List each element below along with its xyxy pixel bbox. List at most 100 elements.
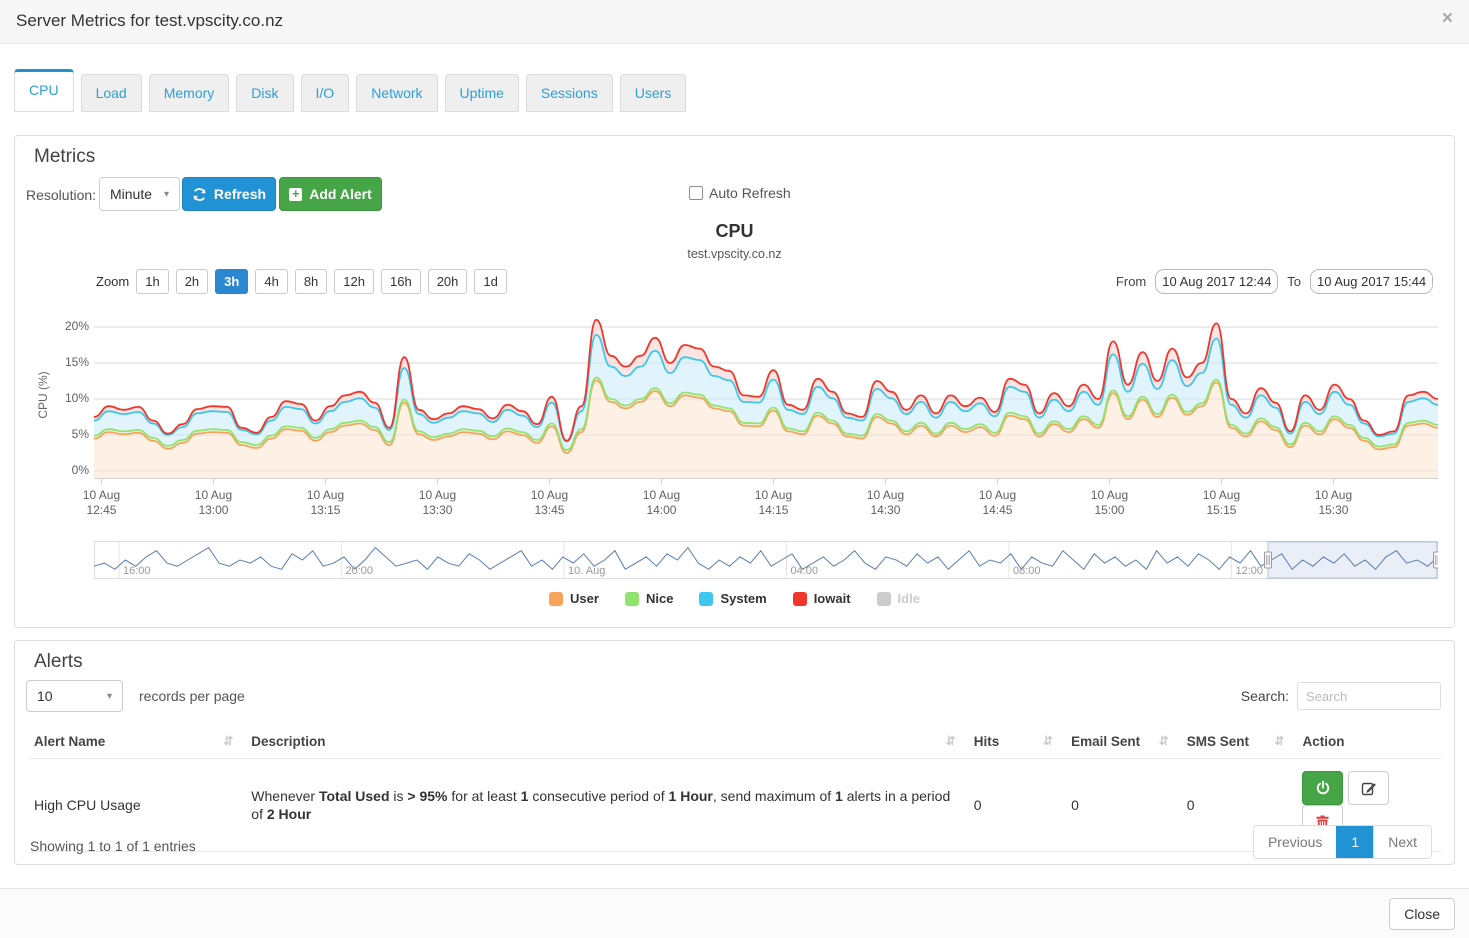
- legend-label: Iowait: [814, 591, 851, 606]
- search-input[interactable]: [1297, 682, 1441, 710]
- alert-description-cell: Whenever Total Used is > 95% for at leas…: [247, 759, 969, 852]
- page-size-select[interactable]: 10 ▾: [26, 680, 123, 712]
- chart-title: CPU: [15, 221, 1454, 242]
- enable-alert-button[interactable]: [1302, 771, 1343, 805]
- navigator-selection[interactable]: [1268, 542, 1437, 578]
- zoom-3h-button[interactable]: 3h: [215, 269, 248, 294]
- legend-swatch-icon: [699, 592, 713, 606]
- x-axis-label: 10 Aug14:30: [855, 488, 915, 518]
- column-header-sms-sent[interactable]: SMS Sent⇵: [1183, 725, 1299, 759]
- edit-alert-button[interactable]: [1348, 771, 1389, 805]
- tab-bar: CPULoadMemoryDiskI/ONetworkUptimeSession…: [14, 69, 686, 112]
- refresh-button[interactable]: Refresh: [182, 177, 276, 211]
- zoom-2h-button[interactable]: 2h: [176, 269, 208, 294]
- zoom-12h-button[interactable]: 12h: [334, 269, 374, 294]
- sort-icon[interactable]: ⇵: [1159, 734, 1169, 748]
- cpu-area-chart: [94, 316, 1438, 486]
- page-size-value: 10: [37, 688, 53, 704]
- x-axis-label: 10 Aug15:00: [1079, 488, 1139, 518]
- tab-disk[interactable]: Disk: [236, 74, 293, 112]
- resolution-select[interactable]: Minute ▾: [99, 177, 180, 211]
- zoom-1d-button[interactable]: 1d: [474, 269, 506, 294]
- sort-icon[interactable]: ⇵: [1043, 734, 1053, 748]
- records-per-page-label: records per page: [139, 688, 245, 704]
- pagination-previous[interactable]: Previous: [1254, 826, 1336, 858]
- tab-io[interactable]: I/O: [301, 74, 350, 112]
- navigator[interactable]: 16:0020:0010. Aug04:0008:0012:00: [94, 541, 1438, 579]
- zoom-20h-button[interactable]: 20h: [428, 269, 468, 294]
- tab-sessions[interactable]: Sessions: [526, 74, 613, 112]
- y-axis-label: 10%: [43, 391, 89, 405]
- column-header-alert-name[interactable]: Alert Name⇵: [30, 725, 247, 759]
- tab-cpu[interactable]: CPU: [14, 69, 74, 112]
- pagination-page-1[interactable]: 1: [1336, 826, 1373, 858]
- pagination-next[interactable]: Next: [1373, 826, 1431, 858]
- sort-icon[interactable]: ⇵: [946, 734, 956, 748]
- email-sent-cell: 0: [1067, 759, 1183, 852]
- metrics-panel: Metrics Resolution: Minute ▾ Refresh + A…: [14, 135, 1455, 628]
- y-axis-label: 20%: [43, 319, 89, 333]
- close-icon[interactable]: ×: [1442, 8, 1453, 30]
- column-header-hits[interactable]: Hits⇵: [970, 725, 1067, 759]
- x-axis-label: 10 Aug13:15: [295, 488, 355, 518]
- range-to-input[interactable]: [1310, 269, 1433, 294]
- resolution-value: Minute: [110, 186, 152, 202]
- range-from-label: From: [1116, 274, 1146, 289]
- refresh-icon: [192, 187, 207, 202]
- tab-load[interactable]: Load: [81, 74, 142, 112]
- plus-square-icon: +: [289, 188, 302, 201]
- zoom-8h-button[interactable]: 8h: [295, 269, 327, 294]
- legend-iowait[interactable]: Iowait: [793, 591, 851, 606]
- x-axis-label: 10 Aug14:00: [631, 488, 691, 518]
- x-axis-label: 10 Aug15:30: [1303, 488, 1363, 518]
- close-button[interactable]: Close: [1389, 898, 1455, 930]
- sort-icon[interactable]: ⇵: [1274, 734, 1284, 748]
- legend-swatch-icon: [625, 592, 639, 606]
- column-header-description[interactable]: Description⇵: [247, 725, 969, 759]
- legend-user[interactable]: User: [549, 591, 599, 606]
- table-summary: Showing 1 to 1 of 1 entries: [30, 838, 196, 854]
- column-header-action: Action: [1298, 725, 1441, 759]
- zoom-1h-button[interactable]: 1h: [136, 269, 168, 294]
- alerts-table: Alert Name⇵Description⇵Hits⇵Email Sent⇵S…: [30, 725, 1441, 852]
- metrics-panel-title: Metrics: [34, 146, 95, 168]
- modal-title: Server Metrics for test.vpscity.co.nz: [16, 11, 283, 31]
- svg-text:08:00: 08:00: [1013, 565, 1041, 577]
- add-alert-button[interactable]: + Add Alert: [279, 177, 382, 211]
- refresh-label: Refresh: [214, 186, 266, 202]
- column-header-email-sent[interactable]: Email Sent⇵: [1067, 725, 1183, 759]
- sort-icon[interactable]: ⇵: [223, 734, 233, 748]
- range-to-label: To: [1287, 274, 1301, 289]
- y-axis-label: 5%: [43, 427, 89, 441]
- pagination: Previous 1 Next: [1253, 825, 1432, 859]
- zoom-16h-button[interactable]: 16h: [381, 269, 421, 294]
- legend-label: User: [570, 591, 599, 606]
- tab-memory[interactable]: Memory: [149, 74, 230, 112]
- svg-text:20:00: 20:00: [346, 565, 374, 577]
- x-axis-label: 10 Aug13:45: [519, 488, 579, 518]
- legend-label: Nice: [646, 591, 673, 606]
- y-axis-label: 0%: [43, 463, 89, 477]
- auto-refresh-control: Auto Refresh: [689, 185, 791, 201]
- auto-refresh-checkbox[interactable]: [689, 186, 703, 200]
- edit-icon: [1361, 780, 1377, 796]
- navigator-handle[interactable]: [1264, 552, 1271, 568]
- legend-system[interactable]: System: [699, 591, 766, 606]
- auto-refresh-label: Auto Refresh: [709, 185, 791, 201]
- modal-header: Server Metrics for test.vpscity.co.nz ×: [0, 0, 1469, 44]
- resolution-label: Resolution:: [26, 187, 96, 203]
- power-icon: [1315, 780, 1331, 796]
- legend-swatch-icon: [549, 592, 563, 606]
- tab-uptime[interactable]: Uptime: [445, 74, 519, 112]
- x-axis-label: 10 Aug14:15: [743, 488, 803, 518]
- zoom-4h-button[interactable]: 4h: [255, 269, 287, 294]
- range-from-input[interactable]: [1155, 269, 1278, 294]
- legend-nice[interactable]: Nice: [625, 591, 673, 606]
- y-axis-label: 15%: [43, 355, 89, 369]
- tab-network[interactable]: Network: [356, 74, 437, 112]
- x-axis-label: 10 Aug13:00: [183, 488, 243, 518]
- tab-users[interactable]: Users: [620, 74, 687, 112]
- table-row: High CPU UsageWhenever Total Used is > 9…: [30, 759, 1441, 852]
- x-axis-label: 10 Aug15:15: [1191, 488, 1251, 518]
- legend-idle[interactable]: Idle: [877, 591, 920, 606]
